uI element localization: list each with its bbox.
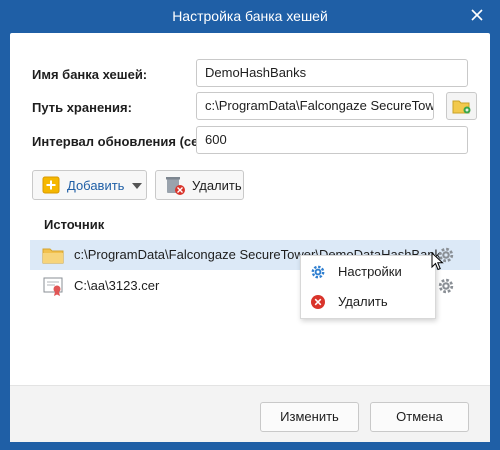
delete-button[interactable]: Удалить [155, 170, 244, 200]
dialog-footer: Изменить Отмена [10, 385, 490, 442]
change-button[interactable]: Изменить [260, 402, 359, 432]
menu-item-label: Настройки [338, 264, 402, 279]
title-bar[interactable]: Настройка банка хешей [0, 0, 500, 32]
plus-icon [42, 176, 60, 194]
storage-path-input[interactable]: c:\ProgramData\Falcongaze SecureTower\ [196, 92, 434, 120]
window-title: Настройка банка хешей [172, 8, 328, 24]
certificate-icon [43, 277, 63, 296]
gear-icon[interactable] [437, 277, 455, 295]
cancel-button[interactable]: Отмена [370, 402, 469, 432]
update-interval-input[interactable]: 600 [196, 126, 468, 154]
menu-item-delete[interactable]: Удалить [301, 287, 435, 317]
source-path: C:\aa\3123.cer [74, 278, 160, 293]
close-icon[interactable] [468, 6, 486, 24]
browse-folder-button[interactable] [446, 92, 477, 120]
gear-icon [311, 265, 325, 279]
menu-item-settings[interactable]: Настройки [301, 257, 435, 287]
update-interval-label: Интервал обновления (сек): [32, 134, 214, 149]
mouse-cursor-icon [431, 252, 444, 271]
delete-button-label: Удалить [192, 178, 242, 193]
add-button[interactable]: Добавить [32, 170, 147, 200]
folder-icon [42, 248, 64, 264]
chevron-down-icon[interactable] [132, 183, 142, 189]
folder-browse-icon [452, 100, 471, 114]
context-menu: Настройки Удалить [300, 255, 436, 319]
trash-icon [166, 177, 185, 195]
delete-icon [311, 295, 325, 309]
menu-item-label: Удалить [338, 294, 388, 309]
dialog-window: Настройка банка хешей Имя банка хешей: D… [0, 0, 500, 450]
dialog-body: Имя банка хешей: DemoHashBanks Путь хран… [10, 33, 490, 442]
hashbank-name-label: Имя банка хешей: [32, 67, 148, 82]
hashbank-name-input[interactable]: DemoHashBanks [196, 59, 468, 87]
storage-path-label: Путь хранения: [32, 100, 132, 115]
add-button-label: Добавить [67, 178, 125, 193]
source-column-header: Источник [44, 217, 105, 232]
